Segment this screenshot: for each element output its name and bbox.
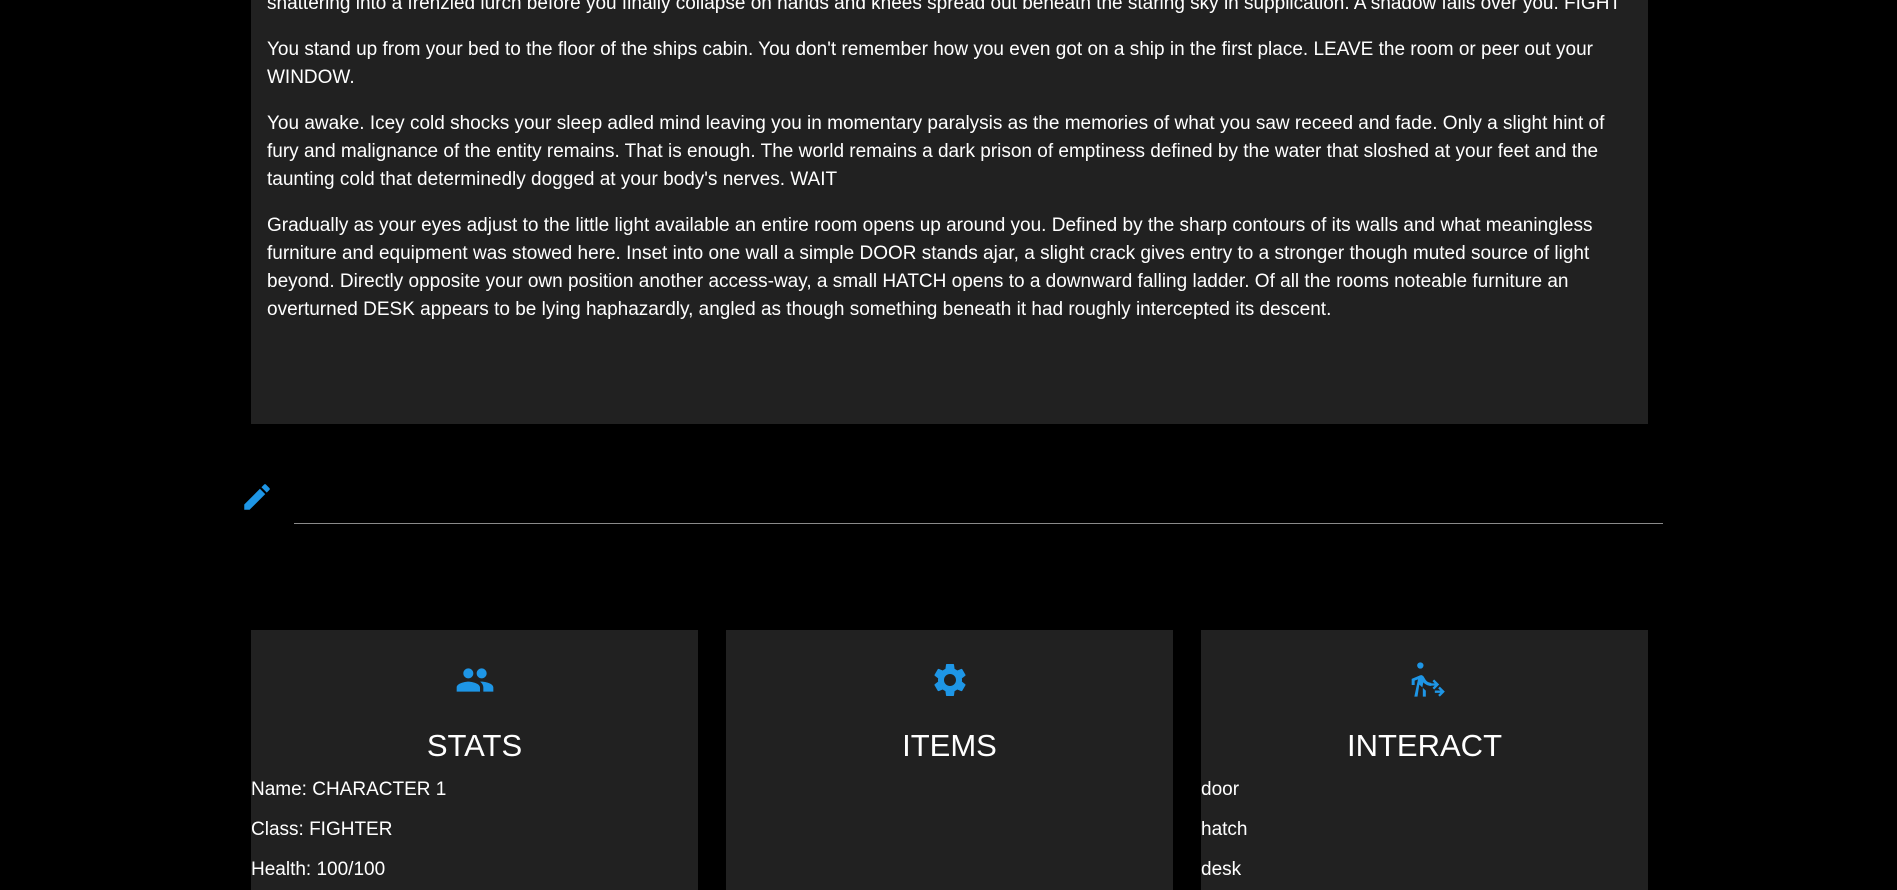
stat-health: Health: 100/100 bbox=[251, 859, 386, 880]
command-input[interactable] bbox=[294, 472, 1663, 524]
stats-list: Name: CHARACTER 1 Class: FIGHTER Health:… bbox=[251, 778, 698, 890]
interact-item-desk[interactable]: desk bbox=[1201, 858, 1648, 890]
story-log-panel: your predicament you push yourself deepe… bbox=[251, 0, 1648, 424]
walk-interact-icon bbox=[1405, 660, 1445, 700]
story-paragraph: You awake. Icey cold shocks your sleep a… bbox=[267, 113, 1605, 190]
story-paragraph: Gradually as your eyes adjust to the lit… bbox=[267, 215, 1593, 320]
pencil-icon[interactable] bbox=[240, 480, 274, 514]
interact-item-hatch[interactable]: hatch bbox=[1201, 818, 1648, 858]
interact-item-door[interactable]: door bbox=[1201, 778, 1648, 818]
items-card: ITEMS bbox=[726, 630, 1173, 890]
items-title: ITEMS bbox=[902, 728, 997, 763]
interact-list: door hatch desk bbox=[1201, 778, 1648, 890]
interact-title: INTERACT bbox=[1347, 728, 1502, 763]
stat-name: Name: CHARACTER 1 bbox=[251, 779, 447, 800]
gear-icon bbox=[930, 660, 970, 700]
stat-class: Class: FIGHTER bbox=[251, 819, 393, 840]
story-paragraph: You stand up from your bed to the floor … bbox=[267, 39, 1593, 88]
game-page: your predicament you push yourself deepe… bbox=[0, 0, 1897, 890]
stats-card: STATS Name: CHARACTER 1 Class: FIGHTER H… bbox=[251, 630, 698, 890]
stats-title: STATS bbox=[426, 728, 523, 763]
command-input-row bbox=[238, 472, 1663, 534]
interact-card: INTERACT door hatch desk bbox=[1201, 630, 1648, 890]
story-paragraph: your predicament you push yourself deepe… bbox=[267, 0, 1622, 14]
people-icon bbox=[455, 660, 495, 700]
